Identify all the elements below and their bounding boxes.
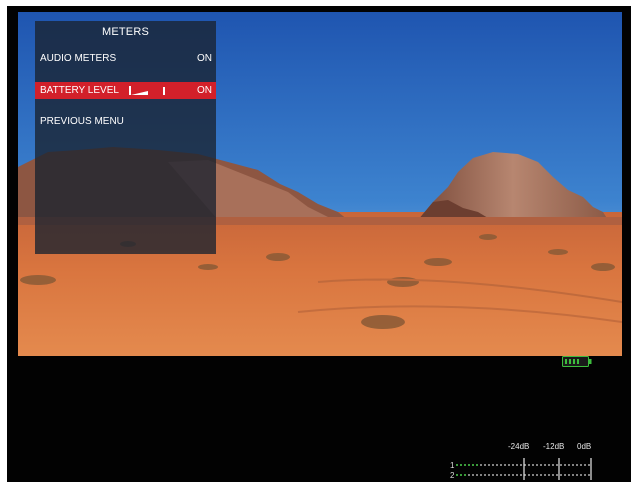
menu-item-previous-menu[interactable]: PREVIOUS MENU (35, 113, 216, 130)
meter-bars (456, 458, 592, 480)
battery-level-indicator-icon (129, 86, 165, 95)
menu-item-label: PREVIOUS MENU (40, 116, 124, 127)
channel-label: 1 (450, 461, 455, 470)
audio-level-meter: -24dB -12dB 0dB 1 2 (446, 442, 596, 482)
scale-label: 0dB (577, 442, 592, 451)
menu-item-battery-level[interactable]: BATTERY LEVEL ON (35, 82, 216, 99)
menu-title: METERS (101, 26, 150, 38)
camera-screen: METERS AUDIO METERS ON BATTERY LEVEL ON … (7, 6, 631, 482)
menu-item-label: AUDIO METERS (40, 53, 117, 64)
menu-item-value: ON (197, 53, 212, 64)
scale-label: -12dB (543, 442, 565, 451)
menu-item-label: BATTERY LEVEL (40, 85, 119, 96)
channel-label: 2 (450, 471, 455, 480)
battery-icon (562, 356, 592, 367)
menu-item-audio-meters[interactable]: AUDIO METERS ON (35, 50, 216, 67)
scale-label: -24dB (508, 442, 530, 451)
meters-menu: METERS AUDIO METERS ON BATTERY LEVEL ON … (35, 21, 216, 254)
menu-item-value: ON (197, 85, 212, 96)
